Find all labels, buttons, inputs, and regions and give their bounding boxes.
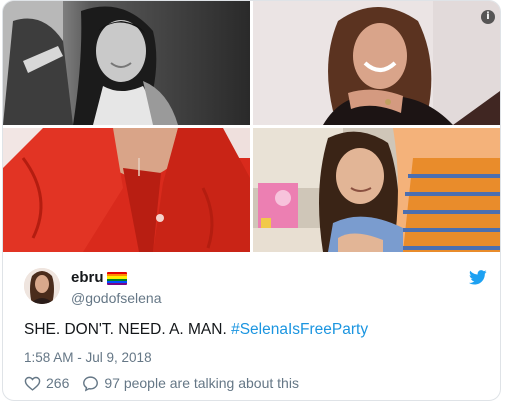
timestamp[interactable]: 1:58 AM - Jul 9, 2018 [24, 350, 152, 365]
tweet-text: SHE. DON'T. NEED. A. MAN. #SelenaIsFreeP… [24, 321, 368, 339]
photo-1[interactable] [3, 1, 250, 125]
talking-text: 97 people are talking about this [104, 375, 299, 391]
photo-4[interactable] [253, 128, 500, 252]
heart-icon [24, 376, 41, 391]
twitter-bird-icon[interactable] [469, 270, 487, 285]
info-icon[interactable]: i [481, 10, 495, 24]
photo-2-image [253, 1, 500, 125]
tweet-body: SHE. DON'T. NEED. A. MAN. [24, 321, 232, 338]
flag-stripe [107, 282, 127, 285]
tweet-card: i ebru @godofselena SHE. DON'T. NEED. A.… [2, 0, 501, 401]
actions-bar: 266 97 people are talking about this [24, 375, 299, 392]
photo-2[interactable] [253, 1, 500, 125]
photo-3-image [3, 128, 250, 252]
photo-1-image [3, 1, 250, 125]
author-name[interactable]: ebru [71, 269, 104, 286]
like-button[interactable]: 266 [24, 375, 69, 392]
avatar-image [24, 268, 60, 304]
hashtag-link[interactable]: #SelenaIsFreeParty [231, 321, 368, 338]
photo-3[interactable] [3, 128, 250, 252]
avatar[interactable] [24, 268, 60, 304]
photo-4-image [253, 128, 500, 252]
like-count: 266 [46, 375, 70, 391]
author-handle[interactable]: @godofselena [71, 290, 162, 306]
media-grid[interactable]: i [3, 1, 500, 252]
talking-link[interactable]: 97 people are talking about this [82, 375, 299, 392]
speech-bubble-icon [83, 375, 99, 392]
rainbow-flag-icon [107, 272, 127, 285]
